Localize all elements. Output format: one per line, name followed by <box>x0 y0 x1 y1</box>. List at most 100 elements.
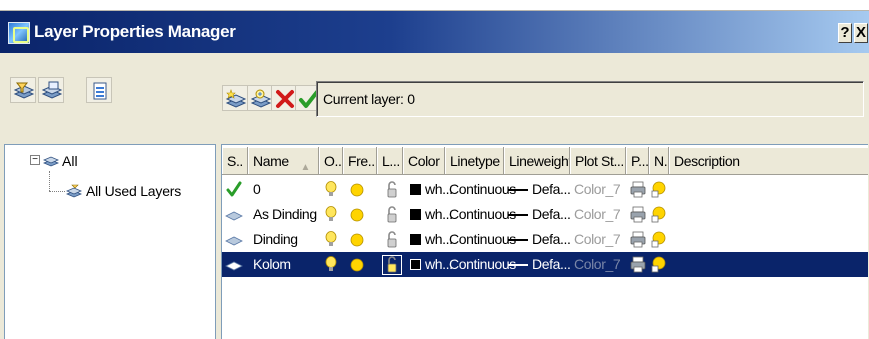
lineweight-value: Defa... <box>532 206 571 222</box>
layer-color: wh... <box>425 206 453 222</box>
color-swatch[interactable] <box>410 184 421 195</box>
color-swatch[interactable] <box>410 234 421 245</box>
lineweight-sample <box>508 264 528 267</box>
layer-plot-style: Color_7 <box>574 181 621 197</box>
layer-name: Dinding <box>253 231 298 247</box>
col-linetype[interactable]: Linetype <box>445 147 504 175</box>
layer-row[interactable]: Kolom wh... Continuous Defa... Color_7 <box>222 252 868 277</box>
new-vp-freeze-icon[interactable] <box>651 206 667 226</box>
layer-color: wh... <box>425 256 453 272</box>
unlocked-padlock-icon[interactable] <box>382 255 402 278</box>
layer-status-icon[interactable] <box>225 258 243 275</box>
current-layer-label: Current layer: 0 <box>323 91 415 107</box>
layer-row[interactable]: Dinding wh... Continuous Defa... Color_7 <box>222 227 868 252</box>
col-freeze[interactable]: Fre... <box>343 147 377 175</box>
col-lock[interactable]: L... <box>377 147 403 175</box>
current-layer-check-icon[interactable] <box>226 181 242 200</box>
layer-linetype: Continuous <box>449 231 516 247</box>
tree-collapse-toggle[interactable]: − <box>30 155 40 165</box>
layer-name: As Dinding <box>253 206 317 222</box>
new-vp-freeze-icon[interactable] <box>651 231 667 251</box>
window-title: Layer Properties Manager <box>34 22 236 41</box>
close-button[interactable]: X <box>854 23 868 43</box>
col-name[interactable]: Name ▲ <box>248 147 319 175</box>
sun-thaw-icon[interactable] <box>349 207 365 226</box>
col-new-vp-freeze[interactable]: N.. <box>649 147 669 175</box>
layer-status-icon[interactable] <box>225 233 243 250</box>
new-property-filter-icon <box>13 82 35 99</box>
tree-item-all[interactable]: All <box>62 153 78 169</box>
col-plot-style[interactable]: Plot St... <box>570 147 626 175</box>
new-layer-button[interactable] <box>222 85 248 111</box>
all-layers-filter-icon <box>43 156 59 167</box>
new-layer-vp-frozen-button[interactable] <box>247 85 273 111</box>
col-color[interactable]: Color <box>403 147 445 175</box>
layer-linetype: Continuous <box>449 206 516 222</box>
tree-connector <box>49 171 50 191</box>
layer-linetype: Continuous <box>449 256 516 272</box>
new-group-filter-icon <box>41 81 63 99</box>
new-vp-freeze-icon[interactable] <box>651 181 667 201</box>
light-bulb-on-icon[interactable] <box>325 181 337 201</box>
unlocked-padlock-icon[interactable] <box>382 230 402 253</box>
new-property-filter-button[interactable] <box>10 77 36 103</box>
layer-lineweight[interactable]: Defa... <box>508 227 571 252</box>
sort-ascending-icon: ▲ <box>300 162 311 173</box>
printer-icon[interactable] <box>630 206 646 226</box>
used-layers-filter-icon <box>66 184 82 198</box>
sun-thaw-icon[interactable] <box>349 232 365 251</box>
layer-lineweight[interactable]: Defa... <box>508 202 571 227</box>
layer-properties-manager-window: Layer Properties Manager ? X Current lay… <box>0 10 869 339</box>
layer-status-icon[interactable] <box>225 208 243 225</box>
printer-icon[interactable] <box>630 181 646 201</box>
layer-color: wh... <box>425 181 453 197</box>
printer-icon[interactable] <box>630 231 646 251</box>
lineweight-value: Defa... <box>532 181 571 197</box>
lineweight-value: Defa... <box>532 256 571 272</box>
delete-layer-button[interactable] <box>271 85 297 111</box>
app-icon <box>8 22 30 44</box>
delete-layer-icon <box>276 90 294 108</box>
filter-tree-panel[interactable]: − All All Used Layers <box>4 144 216 339</box>
col-lineweight[interactable]: Lineweight <box>504 147 570 175</box>
lineweight-sample <box>508 239 528 242</box>
new-vp-freeze-icon[interactable] <box>651 256 667 276</box>
lineweight-sample <box>508 214 528 217</box>
layer-list-grid[interactable]: S.. Name ▲ O.. Fre... L... Color Linetyp… <box>221 144 868 339</box>
light-bulb-on-icon[interactable] <box>325 256 337 276</box>
col-description[interactable]: Description <box>669 147 868 175</box>
printer-icon[interactable] <box>630 256 646 276</box>
tree-item-all-used-layers[interactable]: All Used Layers <box>86 183 181 199</box>
light-bulb-on-icon[interactable] <box>325 206 337 226</box>
layer-lineweight[interactable]: Defa... <box>508 252 571 277</box>
layer-plot-style: Color_7 <box>574 256 621 272</box>
color-swatch[interactable] <box>410 259 421 270</box>
layer-states-manager-icon <box>93 82 107 100</box>
layer-row[interactable]: 0 wh... Continuous Defa... Color_7 <box>222 177 868 202</box>
help-button[interactable]: ? <box>838 23 852 43</box>
light-bulb-on-icon[interactable] <box>325 231 337 251</box>
sun-thaw-icon[interactable] <box>349 182 365 201</box>
sun-thaw-icon[interactable] <box>349 257 365 276</box>
new-layer-vp-frozen-icon <box>250 89 272 108</box>
layer-color: wh... <box>425 231 453 247</box>
tree-connector <box>49 191 65 192</box>
layer-states-manager-button[interactable] <box>86 77 112 103</box>
title-bar: Layer Properties Manager ? X <box>0 11 869 53</box>
col-on[interactable]: O.. <box>319 147 343 175</box>
new-layer-icon <box>225 89 247 108</box>
lineweight-value: Defa... <box>532 231 571 247</box>
col-status[interactable]: S.. <box>222 147 248 175</box>
unlocked-padlock-icon[interactable] <box>382 180 402 203</box>
layer-plot-style: Color_7 <box>574 206 621 222</box>
new-group-filter-button[interactable] <box>38 77 64 103</box>
layer-lineweight[interactable]: Defa... <box>508 177 571 202</box>
color-swatch[interactable] <box>410 209 421 220</box>
layer-name: 0 <box>253 181 261 197</box>
lineweight-sample <box>508 189 528 192</box>
current-layer-display: Current layer: 0 <box>316 81 864 117</box>
col-plot[interactable]: P... <box>626 147 649 175</box>
unlocked-padlock-icon[interactable] <box>382 205 402 228</box>
layer-linetype: Continuous <box>449 181 516 197</box>
layer-row[interactable]: As Dinding wh... Continuous Defa... Color_7 <box>222 202 868 227</box>
